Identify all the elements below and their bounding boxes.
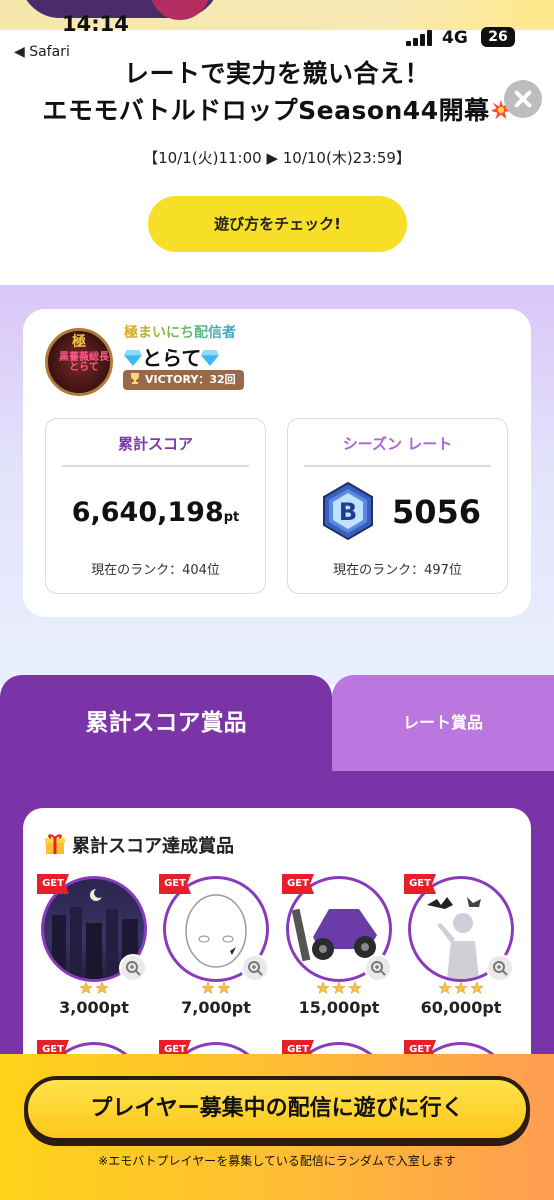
star-icon bbox=[217, 981, 231, 994]
star-icon bbox=[332, 981, 346, 994]
prize-item[interactable]: GET bbox=[404, 874, 514, 982]
season-rate-box: シーズン レート B 5056 現在のランク：497位 bbox=[287, 418, 508, 594]
prize-points: 7,000pt bbox=[181, 998, 251, 1017]
season-rate-rank: 現在のランク：497位 bbox=[333, 563, 462, 578]
page-title-line2: エモモバトルドロップSeason44開幕 bbox=[0, 91, 554, 127]
season-rate-value: 5056 bbox=[392, 493, 482, 531]
prize-points: 3,000pt bbox=[59, 998, 129, 1017]
zoom-icon[interactable] bbox=[119, 954, 147, 982]
total-score-value: 6,640,198pt bbox=[71, 497, 240, 528]
battery-icon: 26 bbox=[481, 27, 515, 47]
rarity-stars bbox=[163, 980, 269, 994]
star-icon bbox=[95, 981, 109, 994]
prize-points: 15,000pt bbox=[298, 998, 380, 1017]
get-badge: GET bbox=[282, 874, 314, 894]
star-icon bbox=[438, 981, 452, 994]
star-icon bbox=[316, 981, 330, 994]
zoom-icon[interactable] bbox=[486, 954, 514, 982]
get-badge: GET bbox=[404, 874, 436, 894]
status-time: 14:14 bbox=[62, 12, 129, 36]
prize-points: 60,000pt bbox=[420, 998, 502, 1017]
prize-item[interactable]: GET bbox=[159, 874, 269, 982]
diamond-icon bbox=[124, 350, 142, 366]
get-badge: GET bbox=[37, 874, 69, 894]
star-icon bbox=[454, 981, 468, 994]
star-icon bbox=[79, 981, 93, 994]
total-score-rank: 現在のランク：404位 bbox=[91, 563, 220, 578]
tab-rate-prizes[interactable]: レート賞品 bbox=[332, 675, 554, 771]
prize-heading: 累計スコア達成賞品 bbox=[44, 832, 234, 858]
star-icon bbox=[470, 981, 484, 994]
page-title-line1: レートで実力を競い合え！ bbox=[123, 59, 430, 88]
signal-icon bbox=[406, 30, 434, 46]
zoom-icon[interactable] bbox=[241, 954, 269, 982]
svg-text:B: B bbox=[339, 498, 357, 526]
how-to-play-button[interactable]: 遊び方をチェック! bbox=[148, 196, 407, 252]
star-icon bbox=[348, 981, 362, 994]
rarity-stars bbox=[41, 980, 147, 994]
rarity-stars bbox=[408, 980, 514, 994]
close-button[interactable] bbox=[504, 80, 542, 118]
avatar: 極 黒薔薇総長とらて bbox=[45, 328, 113, 396]
total-score-box: 累計スコア 6,640,198pt 現在のランク：404位 bbox=[45, 418, 266, 594]
season-rate-label: シーズン レート bbox=[342, 435, 453, 453]
prize-item[interactable]: GET bbox=[37, 874, 147, 982]
total-score-label: 累計スコア bbox=[117, 435, 193, 453]
join-stream-button[interactable]: プレイヤー募集中の配信に遊びに行く bbox=[24, 1076, 530, 1142]
event-period: 【10/1(火)11:00 ▶ 10/10(木)23:59】 bbox=[143, 149, 411, 167]
rank-b-badge-icon: B bbox=[323, 481, 373, 541]
get-badge: GET bbox=[159, 874, 191, 894]
diamond-icon bbox=[201, 350, 220, 366]
banner-note: ※エモバトプレイヤーを募集している配信にランダムで入室します bbox=[98, 1154, 456, 1168]
gift-icon bbox=[45, 834, 65, 854]
zoom-icon[interactable] bbox=[364, 954, 392, 982]
prize-item[interactable]: GET bbox=[282, 874, 392, 982]
tab-total-score-prizes[interactable]: 累計スコア賞品 bbox=[0, 675, 332, 771]
star-icon bbox=[201, 981, 215, 994]
streamer-name: とらて bbox=[124, 342, 220, 371]
streamer-rank-label: 極まいにち配信者 bbox=[124, 322, 236, 342]
rarity-stars bbox=[286, 980, 392, 994]
trophy-icon bbox=[131, 373, 139, 384]
status-bar: 14:14 ◀ Safari 4G 26 bbox=[0, 0, 554, 60]
network-label: 4G bbox=[442, 28, 468, 48]
victory-badge: VICTORY：32回 bbox=[123, 370, 244, 390]
